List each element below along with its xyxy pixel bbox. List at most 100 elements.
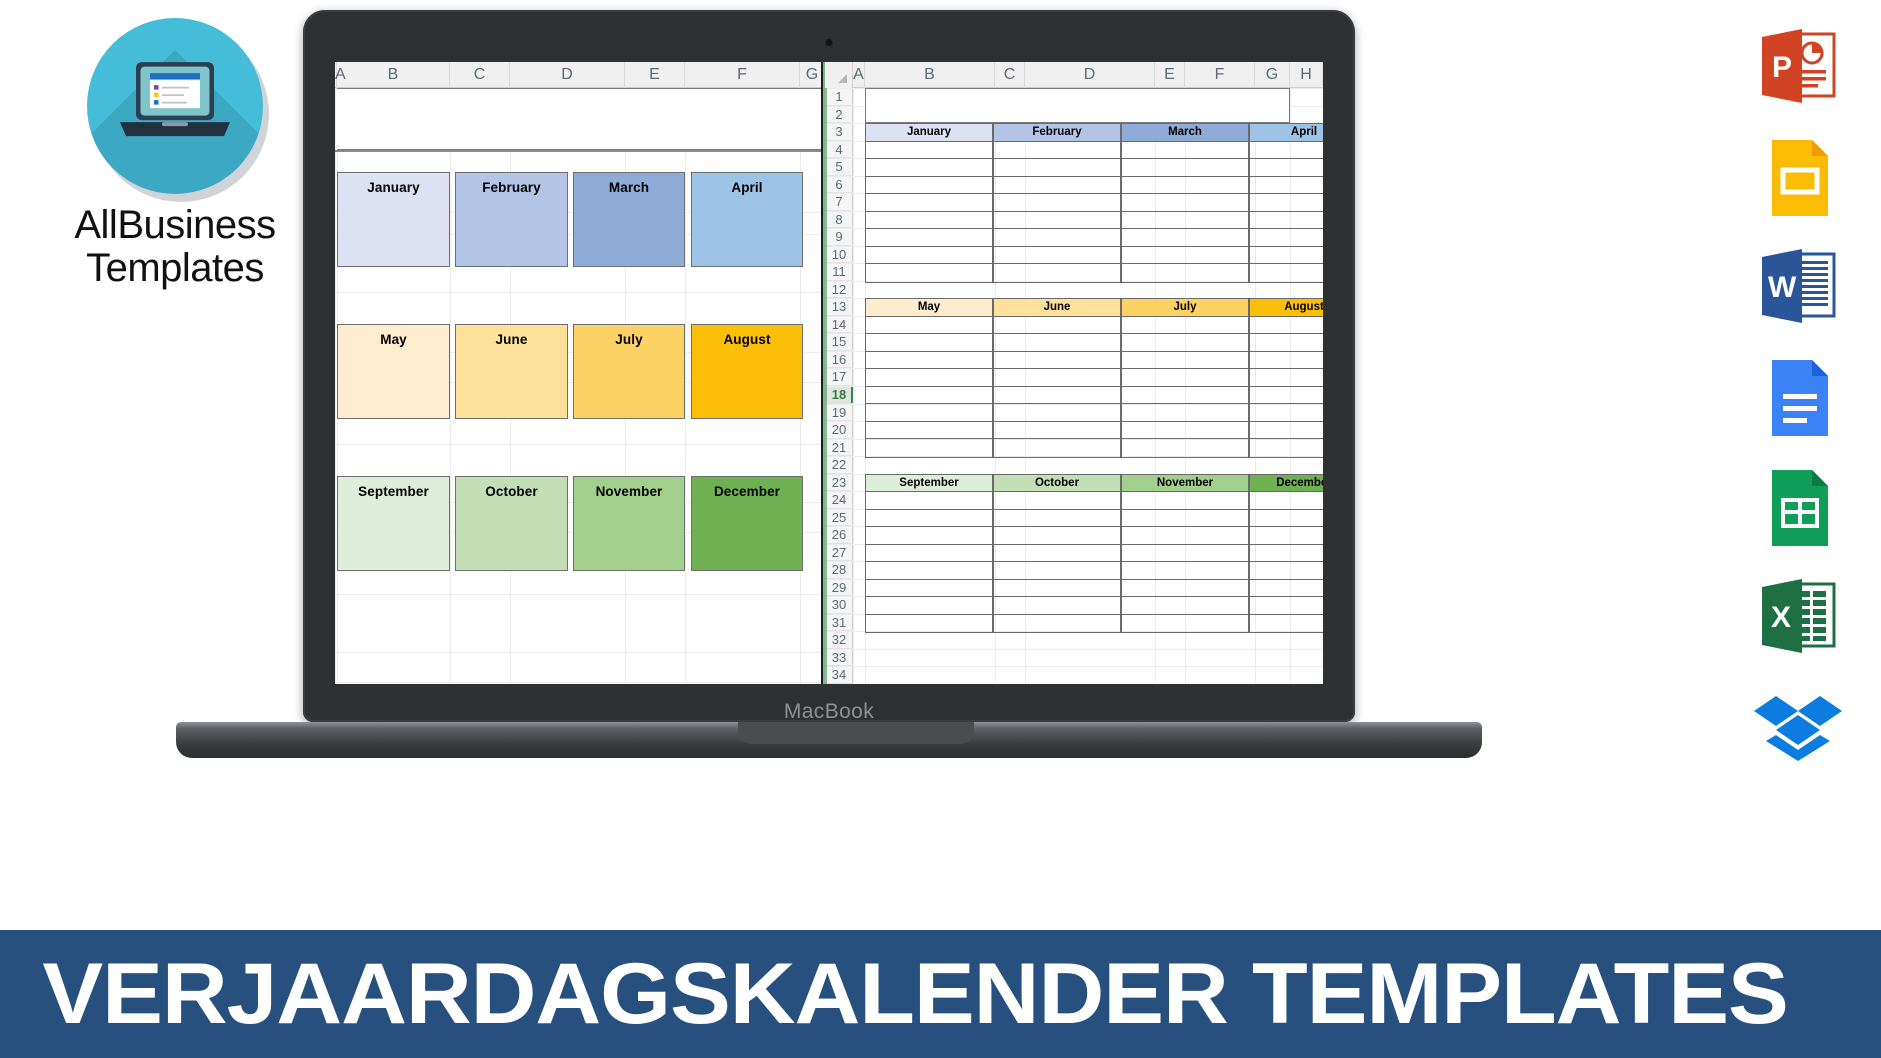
right-month-entry-row[interactable] [1250, 317, 1323, 335]
right-month-entry-row[interactable] [866, 580, 992, 598]
right-row-header-17[interactable]: 17 [825, 368, 853, 386]
right-row-header-28[interactable]: 28 [825, 561, 853, 579]
right-month-entry-row[interactable] [1250, 387, 1323, 405]
left-month-card-november[interactable]: November [573, 476, 685, 571]
right-column-header-e[interactable]: E [1155, 62, 1185, 88]
right-month-entry-row[interactable] [994, 212, 1120, 230]
right-month-entry-row[interactable] [994, 580, 1120, 598]
right-month-table-october[interactable]: October [993, 473, 1121, 634]
right-month-entry-row[interactable] [1122, 422, 1248, 440]
right-month-entry-row[interactable] [1122, 352, 1248, 370]
right-column-header-h[interactable]: H [1290, 62, 1323, 88]
right-month-entry-row[interactable] [866, 404, 992, 422]
right-month-entry-row[interactable] [866, 527, 992, 545]
right-month-entry-row[interactable] [1250, 615, 1323, 633]
right-month-entry-row[interactable] [1122, 492, 1248, 510]
right-row-header-33[interactable]: 33 [825, 649, 853, 667]
dropbox-icon[interactable] [1750, 680, 1846, 776]
right-month-entry-row[interactable] [866, 387, 992, 405]
right-month-entry-row[interactable] [1122, 212, 1248, 230]
right-month-entry-row[interactable] [866, 615, 992, 633]
right-month-entry-row[interactable] [866, 545, 992, 563]
right-month-entry-row[interactable] [866, 229, 992, 247]
right-month-table-july[interactable]: July [1121, 298, 1249, 458]
left-column-header-f[interactable]: F [685, 62, 800, 88]
right-month-entry-row[interactable] [1122, 159, 1248, 177]
right-month-entry-row[interactable] [1250, 562, 1323, 580]
right-month-entry-row[interactable] [1250, 597, 1323, 615]
right-column-header-d[interactable]: D [1025, 62, 1155, 88]
right-row-header-29[interactable]: 29 [825, 579, 853, 597]
right-row-header-10[interactable]: 10 [825, 246, 853, 264]
right-month-entry-row[interactable] [994, 247, 1120, 265]
right-row-header-34[interactable]: 34 [825, 666, 853, 684]
right-month-entry-row[interactable] [1250, 527, 1323, 545]
right-row-header-19[interactable]: 19 [825, 404, 853, 422]
right-row-header-14[interactable]: 14 [825, 316, 853, 334]
right-column-header-b[interactable]: B [865, 62, 995, 88]
right-month-entry-row[interactable] [1122, 369, 1248, 387]
right-month-entry-row[interactable] [1122, 264, 1248, 282]
right-month-entry-row[interactable] [1250, 177, 1323, 195]
left-column-header-e[interactable]: E [625, 62, 685, 88]
right-month-entry-row[interactable] [866, 264, 992, 282]
right-row-header-25[interactable]: 25 [825, 509, 853, 527]
right-month-entry-row[interactable] [1250, 264, 1323, 282]
right-month-entry-row[interactable] [994, 597, 1120, 615]
right-month-entry-row[interactable] [1122, 317, 1248, 335]
right-month-entry-row[interactable] [1122, 387, 1248, 405]
right-month-entry-row[interactable] [1250, 510, 1323, 528]
right-month-table-march[interactable]: March [1121, 123, 1249, 283]
right-row-header-16[interactable]: 16 [825, 351, 853, 369]
right-row-header-11[interactable]: 11 [825, 263, 853, 281]
right-month-entry-row[interactable] [1122, 194, 1248, 212]
right-month-entry-row[interactable] [1250, 247, 1323, 265]
right-row-header-23[interactable]: 23 [825, 474, 853, 492]
right-month-entry-row[interactable] [994, 334, 1120, 352]
right-row-header-20[interactable]: 20 [825, 421, 853, 439]
left-title-cell[interactable] [337, 88, 825, 150]
right-row-header-5[interactable]: 5 [825, 158, 853, 176]
right-month-entry-row[interactable] [866, 510, 992, 528]
right-month-entry-row[interactable] [994, 352, 1120, 370]
right-month-entry-row[interactable] [1122, 615, 1248, 633]
right-month-entry-row[interactable] [1250, 352, 1323, 370]
right-month-table-september[interactable]: September [865, 473, 993, 634]
right-month-entry-row[interactable] [1250, 369, 1323, 387]
left-month-card-march[interactable]: March [573, 172, 685, 267]
right-month-entry-row[interactable] [994, 387, 1120, 405]
right-month-entry-row[interactable] [1122, 580, 1248, 598]
right-month-table-november[interactable]: November [1121, 473, 1249, 634]
right-month-table-april[interactable]: April [1249, 123, 1323, 283]
right-row-header-1[interactable]: 1 [825, 88, 853, 106]
right-month-entry-row[interactable] [866, 212, 992, 230]
right-month-entry-row[interactable] [1250, 229, 1323, 247]
right-month-entry-row[interactable] [1250, 492, 1323, 510]
right-month-entry-row[interactable] [1250, 142, 1323, 160]
right-month-entry-row[interactable] [1250, 334, 1323, 352]
right-month-entry-row[interactable] [1250, 545, 1323, 563]
right-column-header-a[interactable]: A [853, 62, 865, 88]
right-month-entry-row[interactable] [866, 422, 992, 440]
right-month-entry-row[interactable] [866, 352, 992, 370]
right-month-entry-row[interactable] [866, 159, 992, 177]
left-month-card-january[interactable]: January [337, 172, 450, 267]
right-month-entry-row[interactable] [994, 615, 1120, 633]
right-month-entry-row[interactable] [994, 194, 1120, 212]
right-row-header-32[interactable]: 32 [825, 631, 853, 649]
right-month-entry-row[interactable] [994, 422, 1120, 440]
right-month-entry-row[interactable] [994, 142, 1120, 160]
right-month-entry-row[interactable] [1122, 142, 1248, 160]
left-month-card-december[interactable]: December [691, 476, 803, 571]
right-month-entry-row[interactable] [866, 369, 992, 387]
right-month-entry-row[interactable] [1122, 510, 1248, 528]
right-row-header-31[interactable]: 31 [825, 614, 853, 632]
right-month-entry-row[interactable] [1122, 597, 1248, 615]
right-row-header-13[interactable]: 13 [825, 298, 853, 316]
left-column-header-d[interactable]: D [510, 62, 625, 88]
right-month-entry-row[interactable] [1122, 229, 1248, 247]
right-row-header-30[interactable]: 30 [825, 596, 853, 614]
right-month-entry-row[interactable] [994, 369, 1120, 387]
right-column-header-g[interactable]: G [1255, 62, 1290, 88]
excel-icon[interactable]: X [1750, 570, 1846, 666]
